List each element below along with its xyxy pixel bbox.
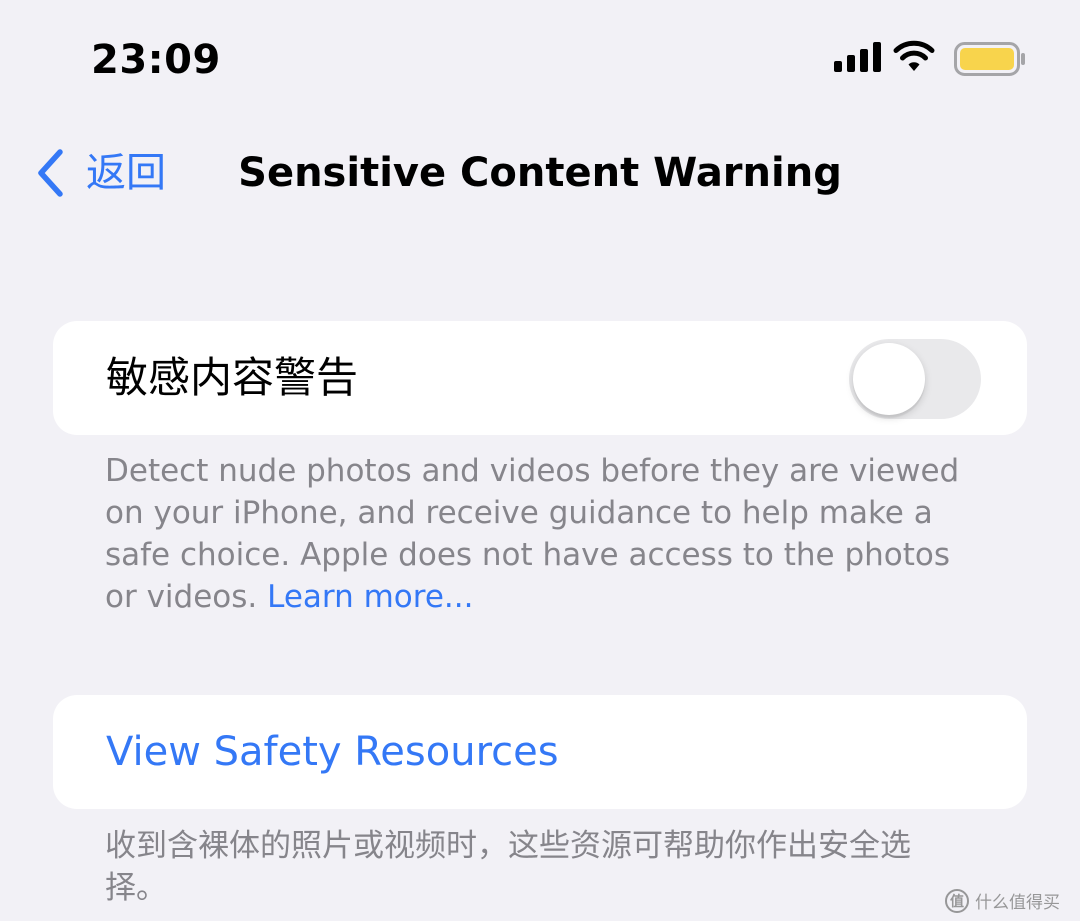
toggle-footer: Detect nude photos and videos before the…: [105, 450, 985, 618]
sensitive-content-toggle[interactable]: [849, 339, 981, 419]
settings-page: 23:09 返回 Sensitive Content Warning 敏感内容警…: [0, 0, 1080, 921]
signal-icon: [834, 42, 881, 72]
watermark-logo-icon: 值: [945, 888, 969, 913]
sensitive-content-toggle-row: 敏感内容警告: [53, 321, 1027, 435]
status-time: 23:09: [91, 37, 221, 83]
page-title: Sensitive Content Warning: [238, 150, 842, 196]
view-safety-resources-button[interactable]: View Safety Resources: [53, 695, 1027, 809]
watermark-text: 什么值得买: [975, 893, 1060, 913]
learn-more-link[interactable]: Learn more...: [267, 579, 473, 615]
watermark: 值 什么值得买: [945, 888, 1060, 913]
toggle-label: 敏感内容警告: [106, 353, 359, 402]
battery-icon: [954, 42, 1025, 76]
battery-fill: [960, 48, 1014, 70]
toggle-footer-text: Detect nude photos and videos before the…: [105, 453, 960, 615]
view-safety-resources-label: View Safety Resources: [106, 729, 559, 775]
resources-footer: 收到含裸体的照片或视频时，这些资源可帮助你作出安全选择。: [105, 828, 911, 906]
wifi-icon: [893, 40, 935, 71]
toggle-knob: [853, 343, 925, 415]
